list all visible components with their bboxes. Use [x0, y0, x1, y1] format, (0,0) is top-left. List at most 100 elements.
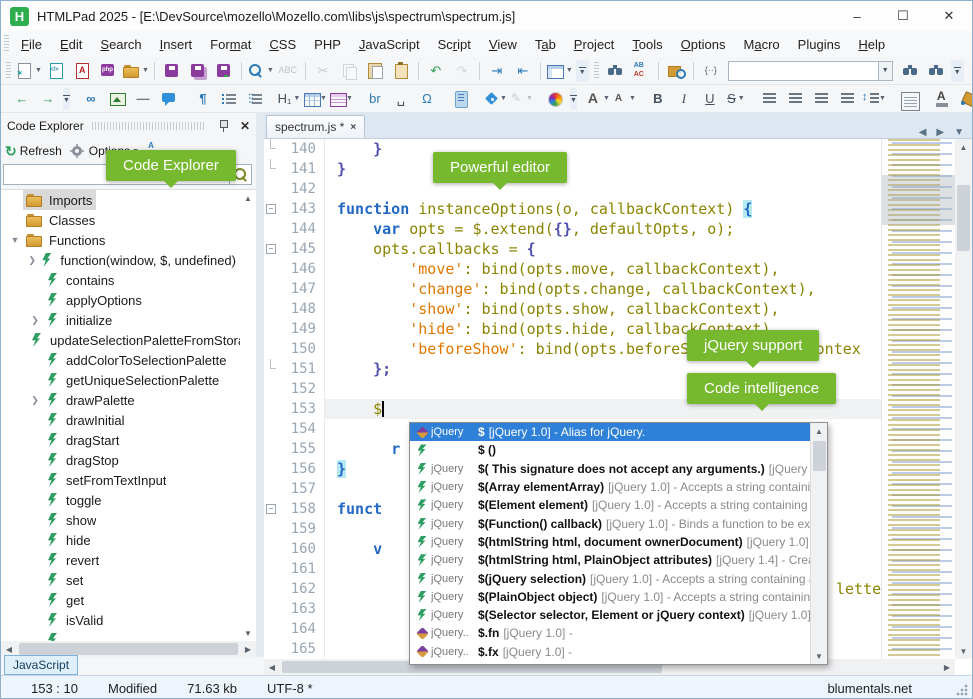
tag-icon-dropdown[interactable]: ▼ — [500, 95, 507, 102]
pin-icon[interactable] — [214, 117, 232, 135]
toolbar-grip[interactable] — [594, 62, 599, 80]
menu-grip[interactable] — [4, 35, 9, 53]
font-decrease-icon-dropdown[interactable]: ▼ — [629, 95, 636, 102]
editor-vertical-scrollbar[interactable]: ▲ ▼ — [955, 139, 972, 659]
tree-item-classes[interactable]: Classes — [1, 210, 240, 230]
font-decrease-icon[interactable]: ▼ — [612, 87, 636, 111]
open-file-icon[interactable]: ▼ — [122, 59, 149, 83]
autocomplete-item[interactable]: jQuery$(Selector selector, Element or jQ… — [410, 606, 810, 624]
tree-item-addcolortoselectionpalette[interactable]: addColorToSelectionPalette — [1, 350, 240, 370]
toolbar-grip[interactable] — [6, 62, 11, 80]
tree-item-dragstart[interactable]: dragStart — [1, 430, 240, 450]
autocomplete-item[interactable]: jQuery$(jQuery selection)[jQuery 1.0] - … — [410, 569, 810, 587]
underline-icon[interactable]: U — [698, 87, 722, 111]
tab-close-icon[interactable]: × — [350, 122, 356, 133]
fold-collapse-icon[interactable]: − — [266, 204, 276, 214]
tree-item-dragstop[interactable]: dragStop — [1, 450, 240, 470]
table-icon-dropdown[interactable]: ▼ — [320, 95, 327, 102]
maximize-button-icon[interactable]: ☐ — [880, 1, 926, 31]
popup-scroll-thumb[interactable] — [813, 441, 826, 471]
popup-scrollbar[interactable]: ▲ ▼ — [810, 423, 827, 664]
tree-item-set[interactable]: set — [1, 570, 240, 590]
clipboard-icon[interactable] — [389, 59, 413, 83]
tree-item-functions[interactable]: ▼Functions — [1, 230, 240, 250]
resize-grip[interactable] — [956, 684, 968, 696]
html-toolbar-more-icon[interactable]: ▼ — [570, 88, 577, 110]
tab-javascript[interactable]: JavaScript — [4, 655, 78, 675]
autocomplete-item[interactable]: jQuery$[jQuery 1.0] - Alias for jQuery. — [410, 423, 810, 441]
tree-item-contains[interactable]: contains — [1, 270, 240, 290]
justify-icon[interactable] — [836, 87, 860, 111]
menu-php[interactable]: PHP — [305, 33, 350, 56]
menu-file[interactable]: File — [12, 33, 51, 56]
autocomplete-item[interactable]: $ () — [410, 441, 810, 459]
menu-css[interactable]: CSS — [260, 33, 305, 56]
minimap-viewport[interactable] — [882, 175, 955, 225]
navigate-forward-icon[interactable]: → — [36, 87, 60, 111]
fold-cell[interactable]: − — [264, 499, 278, 519]
autocomplete-item[interactable]: jQuery$(htmlString html, document ownerD… — [410, 533, 810, 551]
panel-splitter[interactable] — [256, 113, 264, 675]
autocomplete-item[interactable]: jQuery$(Array elementArray)[jQuery 1.0] … — [410, 478, 810, 496]
table-icon[interactable]: ▼ — [303, 87, 327, 111]
tree-item-imports[interactable]: Imports — [1, 190, 240, 210]
scroll-up-icon[interactable]: ▲ — [240, 190, 256, 206]
new-code-document-icon[interactable] — [44, 59, 68, 83]
tree-expander-icon[interactable]: ❯ — [27, 255, 37, 266]
tree-item-hide[interactable]: hide — [1, 530, 240, 550]
tree-item-isvalid[interactable]: isValid — [1, 610, 240, 630]
highlight-color-icon[interactable] — [956, 87, 973, 111]
autocomplete-item[interactable]: jQuery..$.fn[jQuery 1.0] - — [410, 624, 810, 642]
fold-collapse-icon[interactable]: − — [266, 244, 276, 254]
code-line[interactable]: 'show': bind(opts.show, callbackContext)… — [325, 299, 881, 319]
minimap[interactable] — [881, 139, 955, 659]
fold-collapse-icon[interactable]: − — [266, 504, 276, 514]
menu-edit[interactable]: Edit — [51, 33, 91, 56]
menu-macro[interactable]: Macro — [735, 33, 789, 56]
paste-icon[interactable] — [363, 59, 387, 83]
code-line[interactable]: 'change': bind(opts.change, callbackCont… — [325, 279, 881, 299]
italic-icon[interactable]: I — [672, 87, 696, 111]
tree-expander-icon[interactable]: ❯ — [27, 395, 43, 406]
code-line[interactable] — [325, 179, 881, 199]
tree-item-applyoptions[interactable]: applyOptions — [1, 290, 240, 310]
editor-scroll-left-icon[interactable]: ◀ — [264, 659, 280, 675]
heading-icon-dropdown[interactable]: ▼ — [293, 95, 300, 102]
fold-cell[interactable]: − — [264, 239, 278, 259]
save-upload-icon[interactable] — [212, 59, 236, 83]
navigate-back-icon[interactable]: ← — [10, 87, 34, 111]
tree-item-setfromtextinput[interactable]: setFromTextInput — [1, 470, 240, 490]
find-in-files-icon[interactable] — [664, 59, 688, 83]
paragraph-icon[interactable]: ¶ — [191, 87, 215, 111]
heading-icon[interactable]: H₁▼ — [277, 87, 301, 111]
comment-icon[interactable] — [157, 87, 181, 111]
save-all-icon[interactable] — [186, 59, 210, 83]
new-php-document-icon[interactable] — [96, 59, 120, 83]
popup-scroll-down-icon[interactable]: ▼ — [811, 648, 827, 664]
tab-scroll-left-icon[interactable]: ◀ — [919, 127, 927, 138]
replace-icon[interactable] — [629, 59, 653, 83]
tag-icon[interactable]: ▼ — [483, 87, 507, 111]
menu-tools[interactable]: Tools — [623, 33, 671, 56]
color-picker-icon[interactable] — [543, 87, 567, 111]
code-line[interactable]: } — [325, 159, 881, 179]
menu-view[interactable]: View — [480, 33, 526, 56]
font-increase-icon[interactable]: ▼ — [586, 87, 610, 111]
tree-hscroll-thumb[interactable] — [19, 643, 238, 655]
nbsp-icon[interactable]: ␣ — [389, 87, 413, 111]
editor-scroll-up-icon[interactable]: ▲ — [956, 139, 972, 155]
nav-more-icon[interactable]: ▼ — [63, 88, 70, 110]
menu-script[interactable]: Script — [429, 33, 480, 56]
code-snippet-icon[interactable]: {··} — [699, 59, 723, 83]
menu-options[interactable]: Options — [672, 33, 735, 56]
bold-icon[interactable]: B — [646, 87, 670, 111]
tree-item-getuniqueselectionpalette[interactable]: getUniqueSelectionPalette — [1, 370, 240, 390]
tree-item-get[interactable]: get — [1, 590, 240, 610]
ordered-list-icon[interactable] — [243, 87, 267, 111]
editor-scroll-right-icon[interactable]: ▶ — [939, 659, 955, 675]
search-icon[interactable]: ▼ — [247, 59, 274, 83]
strikethrough-icon[interactable]: S▼ — [724, 87, 748, 111]
align-right-icon[interactable] — [810, 87, 834, 111]
unordered-list-icon[interactable] — [217, 87, 241, 111]
menu-insert[interactable]: Insert — [151, 33, 202, 56]
